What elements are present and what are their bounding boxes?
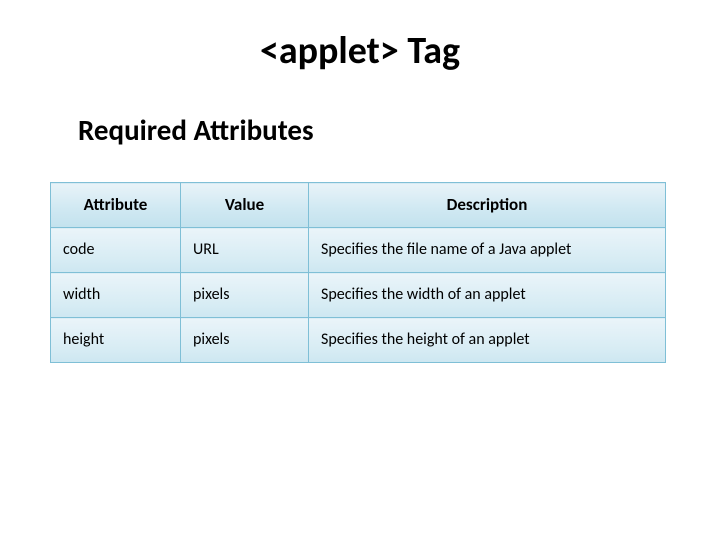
table-row: code URL Specifies the file name of a Ja…: [51, 228, 666, 273]
table-row: height pixels Specifies the height of an…: [51, 318, 666, 363]
section-heading: Required Attributes: [78, 112, 684, 148]
table-header-row: Attribute Value Description: [51, 183, 666, 228]
cell-value: pixels: [181, 273, 309, 318]
attributes-table-wrap: Attribute Value Description code URL Spe…: [50, 182, 666, 363]
cell-description: Specifies the file name of a Java applet: [309, 228, 666, 273]
cell-attribute: code: [51, 228, 181, 273]
table-row: width pixels Specifies the width of an a…: [51, 273, 666, 318]
col-header-description: Description: [309, 183, 666, 228]
cell-description: Specifies the width of an applet: [309, 273, 666, 318]
cell-value: pixels: [181, 318, 309, 363]
cell-description: Specifies the height of an applet: [309, 318, 666, 363]
col-header-value: Value: [181, 183, 309, 228]
cell-attribute: height: [51, 318, 181, 363]
attributes-table: Attribute Value Description code URL Spe…: [50, 182, 666, 363]
col-header-attribute: Attribute: [51, 183, 181, 228]
slide: <applet> Tag Required Attributes Attribu…: [0, 0, 720, 540]
cell-attribute: width: [51, 273, 181, 318]
page-title: <applet> Tag: [36, 28, 684, 74]
cell-value: URL: [181, 228, 309, 273]
